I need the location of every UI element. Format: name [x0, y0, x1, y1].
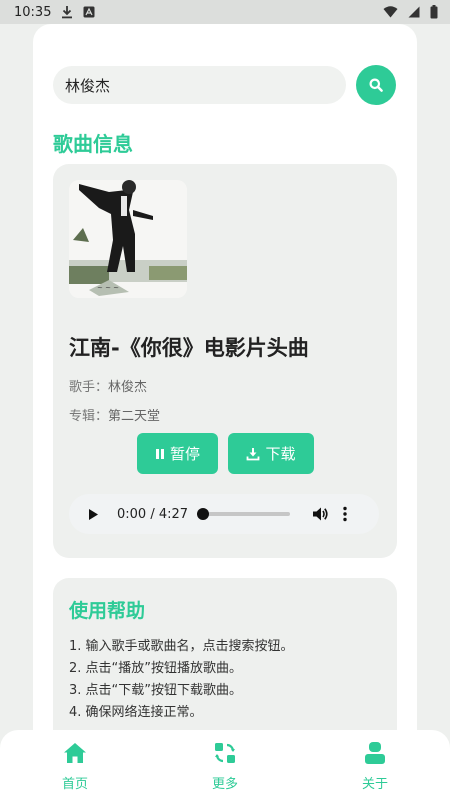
battery-icon	[430, 5, 438, 19]
status-right	[383, 5, 438, 19]
play-button[interactable]	[83, 504, 103, 524]
album-art: ~ ~ ~	[69, 180, 187, 298]
singer-line: 歌手：林俊杰	[69, 376, 147, 395]
search-input[interactable]: 林俊杰	[53, 66, 346, 104]
player-time: 0:00 / 4:27	[117, 506, 189, 522]
main-card: 林俊杰 歌曲信息 ~ ~ ~ 江南-《你很》电影片头曲 歌手：林俊杰 专辑：第二…	[33, 24, 417, 800]
search-button[interactable]	[356, 65, 396, 105]
nav-item-home[interactable]: 首页	[45, 740, 105, 792]
help-item: 3. 点击“下载”按钮下载歌曲。	[69, 683, 243, 698]
progress-bar[interactable]	[197, 508, 291, 520]
status-time: 10:35	[14, 4, 52, 20]
pause-button[interactable]: 暂停	[137, 433, 218, 474]
download-icon	[246, 447, 260, 461]
more-vertical-icon	[343, 506, 347, 522]
wifi-icon	[383, 6, 398, 18]
home-icon	[63, 740, 87, 766]
nav-label-about: 关于	[361, 777, 388, 792]
action-buttons: 暂停 下载	[137, 433, 314, 474]
volume-icon	[312, 506, 329, 522]
album-label: 专辑：	[69, 409, 109, 424]
album-value: 第二天堂	[108, 409, 161, 424]
pause-label: 暂停	[169, 445, 200, 463]
help-item: 2. 点击“播放”按钮播放歌曲。	[69, 661, 243, 676]
download-button[interactable]: 下载	[228, 433, 314, 474]
download-icon	[61, 5, 73, 19]
song-card: ~ ~ ~ 江南-《你很》电影片头曲 歌手：林俊杰 专辑：第二天堂 暂停 下载	[53, 164, 397, 558]
help-item: 1. 输入歌手或歌曲名，点击搜索按钮。	[69, 639, 294, 654]
play-icon	[88, 508, 99, 521]
pause-icon	[155, 448, 165, 460]
progress-knob[interactable]	[197, 508, 210, 520]
help-card: 使用帮助 1. 输入歌手或歌曲名，点击搜索按钮。 2. 点击“播放”按钮播放歌曲…	[53, 578, 397, 748]
nav-label-home: 首页	[61, 777, 88, 792]
help-item: 4. 确保网络连接正常。	[69, 705, 203, 720]
download-label: 下载	[265, 445, 296, 463]
bottom-nav: 首页 更多 关于	[0, 730, 450, 800]
status-bar: 10:35	[0, 0, 450, 24]
album-line: 专辑：第二天堂	[69, 405, 160, 424]
singer-label: 歌手：	[69, 380, 109, 395]
notification-a-icon	[83, 6, 95, 18]
help-list: 1. 输入歌手或歌曲名，点击搜索按钮。 2. 点击“播放”按钮播放歌曲。 3. …	[69, 636, 294, 724]
more-options-button[interactable]	[343, 506, 347, 522]
singer-value: 林俊杰	[108, 380, 148, 395]
audio-player: 0:00 / 4:27	[69, 494, 379, 534]
section-title-song-info: 歌曲信息	[53, 132, 133, 156]
nav-label-more: 更多	[211, 777, 238, 792]
song-title: 江南-《你很》电影片头曲	[69, 336, 309, 360]
svg-text:~ ~ ~: ~ ~ ~	[97, 284, 119, 292]
nav-item-about[interactable]: 关于	[345, 740, 405, 792]
search-input-value: 林俊杰	[65, 76, 111, 95]
status-left: 10:35	[14, 5, 95, 20]
help-title: 使用帮助	[69, 600, 146, 622]
signal-icon	[408, 6, 420, 18]
apps-icon	[213, 740, 237, 766]
search-icon	[369, 78, 383, 92]
nav-item-more[interactable]: 更多	[195, 740, 255, 792]
search-row: 林俊杰	[53, 65, 397, 105]
user-icon	[363, 740, 387, 766]
volume-button[interactable]	[312, 506, 329, 522]
